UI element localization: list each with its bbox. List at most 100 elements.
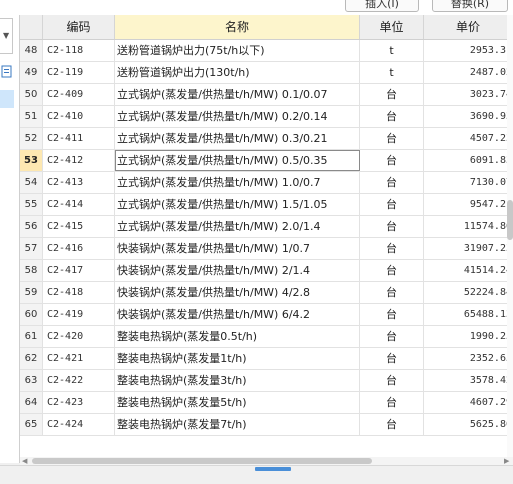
row-price[interactable]: 31907.23 bbox=[424, 238, 513, 259]
row-unit[interactable]: 台 bbox=[360, 282, 424, 303]
row-code[interactable]: C2-423 bbox=[43, 392, 115, 413]
insert-button[interactable]: 插入(I) bbox=[345, 0, 419, 12]
row-price[interactable]: 2487.02 bbox=[424, 62, 513, 83]
row-code[interactable]: C2-410 bbox=[43, 106, 115, 127]
row-code[interactable]: C2-413 bbox=[43, 172, 115, 193]
row-code[interactable]: C2-119 bbox=[43, 62, 115, 83]
row-price[interactable]: 3023.74 bbox=[424, 84, 513, 105]
row-price[interactable]: 3578.42 bbox=[424, 370, 513, 391]
row-name[interactable]: 快装锅炉(蒸发量/供热量t/h/MW) 2/1.4 bbox=[115, 260, 360, 281]
row-code[interactable]: C2-422 bbox=[43, 370, 115, 391]
row-code[interactable]: C2-418 bbox=[43, 282, 115, 303]
row-index[interactable]: 48 bbox=[20, 40, 43, 61]
row-unit[interactable]: 台 bbox=[360, 84, 424, 105]
row-name[interactable]: 整装电热锅炉(蒸发量1t/h) bbox=[115, 348, 360, 369]
row-name[interactable]: 快装锅炉(蒸发量/供热量t/h/MW) 6/4.2 bbox=[115, 304, 360, 325]
row-code[interactable]: C2-419 bbox=[43, 304, 115, 325]
table-row[interactable]: 50 C2-409 立式锅炉(蒸发量/供热量t/h/MW) 0.1/0.07 台 302… bbox=[20, 84, 513, 106]
replace-button[interactable]: 替换(R) bbox=[432, 0, 508, 12]
row-name[interactable]: 立式锅炉(蒸发量/供热量t/h/MW) 0.5/0.35 bbox=[115, 150, 360, 171]
row-code[interactable]: C2-409 bbox=[43, 84, 115, 105]
header-unit[interactable]: 单位 bbox=[360, 15, 424, 39]
row-code[interactable]: C2-414 bbox=[43, 194, 115, 215]
row-code[interactable]: C2-415 bbox=[43, 216, 115, 237]
table-row[interactable]: 65 C2-424 整装电热锅炉(蒸发量7t/h) 台 5625.86 bbox=[20, 414, 513, 436]
row-index[interactable]: 55 bbox=[20, 194, 43, 215]
row-code[interactable]: C2-411 bbox=[43, 128, 115, 149]
row-name[interactable]: 立式锅炉(蒸发量/供热量t/h/MW) 0.2/0.14 bbox=[115, 106, 360, 127]
document-icon[interactable] bbox=[0, 65, 14, 79]
row-unit[interactable]: 台 bbox=[360, 150, 424, 171]
row-name[interactable]: 整装电热锅炉(蒸发量5t/h) bbox=[115, 392, 360, 413]
row-name[interactable]: 立式锅炉(蒸发量/供热量t/h/MW) 2.0/1.4 bbox=[115, 216, 360, 237]
row-index[interactable]: 51 bbox=[20, 106, 43, 127]
tree-selected-item[interactable] bbox=[0, 90, 14, 108]
row-code[interactable]: C2-412 bbox=[43, 150, 115, 171]
table-row[interactable]: 55 C2-414 立式锅炉(蒸发量/供热量t/h/MW) 1.5/1.05 台 954… bbox=[20, 194, 513, 216]
row-code[interactable]: C2-420 bbox=[43, 326, 115, 347]
collapse-dropdown[interactable]: ▼ bbox=[0, 18, 13, 54]
table-row[interactable]: 63 C2-422 整装电热锅炉(蒸发量3t/h) 台 3578.42 bbox=[20, 370, 513, 392]
row-unit[interactable]: t bbox=[360, 40, 424, 61]
row-unit[interactable]: 台 bbox=[360, 194, 424, 215]
row-index[interactable]: 63 bbox=[20, 370, 43, 391]
row-index[interactable]: 54 bbox=[20, 172, 43, 193]
table-row[interactable]: 60 C2-419 快装锅炉(蒸发量/供热量t/h/MW) 6/4.2 台 65488.… bbox=[20, 304, 513, 326]
scroll-left-icon[interactable]: ◀ bbox=[22, 457, 27, 465]
row-unit[interactable]: 台 bbox=[360, 348, 424, 369]
row-index[interactable]: 58 bbox=[20, 260, 43, 281]
table-row[interactable]: 52 C2-411 立式锅炉(蒸发量/供热量t/h/MW) 0.3/0.21 台 450… bbox=[20, 128, 513, 150]
row-name[interactable]: 立式锅炉(蒸发量/供热量t/h/MW) 1.5/1.05 bbox=[115, 194, 360, 215]
row-index[interactable]: 52 bbox=[20, 128, 43, 149]
row-name[interactable]: 立式锅炉(蒸发量/供热量t/h/MW) 1.0/0.7 bbox=[115, 172, 360, 193]
row-index[interactable]: 50 bbox=[20, 84, 43, 105]
row-name[interactable]: 送粉管道锅炉出力(75t/h以下) bbox=[115, 40, 360, 61]
row-name[interactable]: 快装锅炉(蒸发量/供热量t/h/MW) 4/2.8 bbox=[115, 282, 360, 303]
row-name[interactable]: 立式锅炉(蒸发量/供热量t/h/MW) 0.3/0.21 bbox=[115, 128, 360, 149]
row-price[interactable]: 1990.25 bbox=[424, 326, 513, 347]
vertical-scroll-thumb[interactable] bbox=[507, 200, 513, 240]
row-index[interactable]: 57 bbox=[20, 238, 43, 259]
row-index[interactable]: 49 bbox=[20, 62, 43, 83]
row-index[interactable]: 60 bbox=[20, 304, 43, 325]
row-unit[interactable]: 台 bbox=[360, 106, 424, 127]
table-row[interactable]: 56 C2-415 立式锅炉(蒸发量/供热量t/h/MW) 2.0/1.4 台 1157… bbox=[20, 216, 513, 238]
row-code[interactable]: C2-118 bbox=[43, 40, 115, 61]
row-price[interactable]: 41514.24 bbox=[424, 260, 513, 281]
row-unit[interactable]: 台 bbox=[360, 260, 424, 281]
row-price[interactable]: 2953.31 bbox=[424, 40, 513, 61]
row-price[interactable]: 2352.65 bbox=[424, 348, 513, 369]
row-code[interactable]: C2-424 bbox=[43, 414, 115, 435]
header-price[interactable]: 单价 bbox=[424, 15, 513, 39]
row-unit[interactable]: 台 bbox=[360, 414, 424, 435]
row-price[interactable]: 4507.23 bbox=[424, 128, 513, 149]
scroll-right-icon[interactable]: ▶ bbox=[504, 457, 509, 465]
row-code[interactable]: C2-417 bbox=[43, 260, 115, 281]
table-row[interactable]: 49 C2-119 送粉管道锅炉出力(130t/h) t 2487.02 bbox=[20, 62, 513, 84]
row-name[interactable]: 立式锅炉(蒸发量/供热量t/h/MW) 0.1/0.07 bbox=[115, 84, 360, 105]
row-price[interactable]: 7130.07 bbox=[424, 172, 513, 193]
row-unit[interactable]: 台 bbox=[360, 304, 424, 325]
row-unit[interactable]: t bbox=[360, 62, 424, 83]
row-unit[interactable]: 台 bbox=[360, 326, 424, 347]
row-price[interactable]: 65488.13 bbox=[424, 304, 513, 325]
row-index[interactable]: 62 bbox=[20, 348, 43, 369]
table-row[interactable]: 53 C2-412 立式锅炉(蒸发量/供热量t/h/MW) 0.5/0.35 台 609… bbox=[20, 150, 513, 172]
row-name[interactable]: 送粉管道锅炉出力(130t/h) bbox=[115, 62, 360, 83]
row-price[interactable]: 3690.93 bbox=[424, 106, 513, 127]
table-row[interactable]: 61 C2-420 整装电热锅炉(蒸发量0.5t/h) 台 1990.25 bbox=[20, 326, 513, 348]
row-index[interactable]: 56 bbox=[20, 216, 43, 237]
horizontal-scroll-thumb[interactable] bbox=[32, 458, 372, 464]
row-unit[interactable]: 台 bbox=[360, 216, 424, 237]
table-row[interactable]: 51 C2-410 立式锅炉(蒸发量/供热量t/h/MW) 0.2/0.14 台 369… bbox=[20, 106, 513, 128]
row-name[interactable]: 整装电热锅炉(蒸发量3t/h) bbox=[115, 370, 360, 391]
table-row[interactable]: 54 C2-413 立式锅炉(蒸发量/供热量t/h/MW) 1.0/0.7 台 7130… bbox=[20, 172, 513, 194]
row-unit[interactable]: 台 bbox=[360, 392, 424, 413]
vertical-scrollbar[interactable] bbox=[507, 15, 513, 457]
table-row[interactable]: 62 C2-421 整装电热锅炉(蒸发量1t/h) 台 2352.65 bbox=[20, 348, 513, 370]
row-unit[interactable]: 台 bbox=[360, 238, 424, 259]
table-row[interactable]: 59 C2-418 快装锅炉(蒸发量/供热量t/h/MW) 4/2.8 台 52224.… bbox=[20, 282, 513, 304]
row-name[interactable]: 整装电热锅炉(蒸发量7t/h) bbox=[115, 414, 360, 435]
row-unit[interactable]: 台 bbox=[360, 370, 424, 391]
row-price[interactable]: 6091.83 bbox=[424, 150, 513, 171]
